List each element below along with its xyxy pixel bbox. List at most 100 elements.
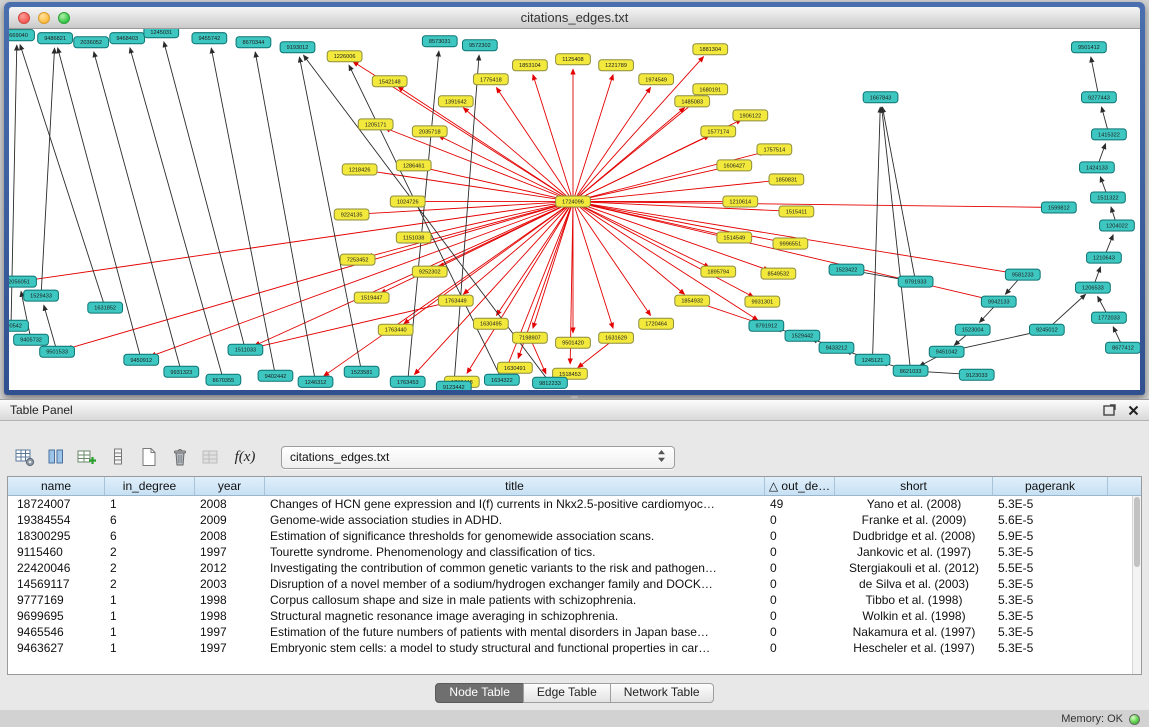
graph-node[interactable]: 1775418 bbox=[473, 74, 508, 85]
graph-edge-black[interactable] bbox=[164, 42, 246, 350]
graph-node[interactable]: 1763453 bbox=[390, 376, 425, 387]
tab-edge-table[interactable]: Edge Table bbox=[523, 683, 611, 703]
graph-node[interactable]: 9812233 bbox=[533, 377, 568, 388]
table-row[interactable]: 1938455462009Genome-wide association stu… bbox=[8, 512, 1132, 528]
table-source-dropdown[interactable]: citations_edges.txt bbox=[281, 446, 675, 469]
graph-node[interactable]: 1763440 bbox=[378, 324, 413, 335]
graph-edge-red[interactable] bbox=[151, 201, 573, 356]
graph-node[interactable]: 1757514 bbox=[757, 144, 792, 155]
graph-node[interactable]: 1577174 bbox=[701, 126, 736, 137]
column-header-0[interactable]: name bbox=[8, 477, 105, 495]
graph-node[interactable]: 9193012 bbox=[280, 42, 315, 53]
graph-node[interactable]: 1720464 bbox=[639, 318, 674, 329]
graph-node[interactable]: 1763449 bbox=[438, 295, 473, 306]
graph-node[interactable]: 1221789 bbox=[599, 60, 634, 71]
memory-status-orb[interactable] bbox=[1129, 714, 1140, 725]
table-row[interactable]: 911546021997Tourette syndrome. Phenomeno… bbox=[8, 544, 1132, 560]
network-canvas[interactable]: 1724096112540812217891974549148508315771… bbox=[9, 29, 1140, 390]
graph-node[interactable]: 9190542 bbox=[9, 320, 28, 331]
graph-node[interactable]: 1205171 bbox=[358, 119, 393, 130]
graph-node[interactable]: 1485083 bbox=[675, 96, 710, 107]
graph-edge-red[interactable] bbox=[573, 201, 709, 267]
graph-node[interactable]: 1630491 bbox=[498, 362, 533, 373]
table-row[interactable]: 2242004622012Investigating the contribut… bbox=[8, 560, 1132, 576]
graph-node[interactable]: 7198907 bbox=[513, 332, 548, 343]
graph-node[interactable]: 1210614 bbox=[723, 196, 758, 207]
graph-node[interactable]: 1529433 bbox=[24, 290, 59, 301]
graph-edge-red[interactable] bbox=[404, 201, 573, 323]
graph-node[interactable]: 9252302 bbox=[412, 266, 447, 277]
graph-node[interactable]: 9501420 bbox=[556, 337, 591, 348]
graph-node[interactable]: 9572302 bbox=[462, 40, 497, 51]
graph-node[interactable]: 9501533 bbox=[40, 346, 75, 357]
graph-node[interactable]: 9468403 bbox=[110, 33, 145, 44]
graph-edge-red[interactable] bbox=[496, 88, 573, 202]
column-header-5[interactable]: short bbox=[835, 477, 993, 495]
graph-edge-red[interactable] bbox=[423, 201, 573, 235]
graph-node[interactable]: 1853104 bbox=[513, 60, 548, 71]
graph-node[interactable]: 1245031 bbox=[144, 29, 179, 38]
graph-node[interactable]: 9931323 bbox=[164, 366, 199, 377]
graph-node[interactable]: 1523422 bbox=[829, 264, 864, 275]
graph-node[interactable]: 9123033 bbox=[959, 369, 994, 380]
graph-node[interactable]: 1680191 bbox=[693, 84, 728, 95]
graph-edge-black[interactable] bbox=[882, 107, 911, 371]
graph-node[interactable]: 1606427 bbox=[717, 160, 752, 171]
graph-node[interactable]: 7253452 bbox=[340, 254, 375, 265]
graph-node[interactable]: 1881304 bbox=[693, 44, 728, 55]
graph-node[interactable]: 1669040 bbox=[9, 30, 34, 41]
graph-node[interactable]: 1206533 bbox=[1076, 282, 1111, 293]
graph-node[interactable]: 9405732 bbox=[14, 334, 49, 345]
graph-node[interactable]: 1772033 bbox=[1092, 312, 1127, 323]
float-panel-button[interactable] bbox=[1103, 404, 1116, 416]
graph-node[interactable]: 9450912 bbox=[124, 354, 159, 365]
graph-node[interactable]: 1511033 bbox=[228, 344, 263, 355]
select-columns-icon[interactable] bbox=[44, 445, 68, 469]
graph-node[interactable]: 2036052 bbox=[74, 37, 109, 48]
column-header-3[interactable]: title bbox=[265, 477, 765, 495]
table-row[interactable]: 1830029562008Estimation of significance … bbox=[8, 528, 1132, 544]
column-header-2[interactable]: year bbox=[195, 477, 265, 495]
graph-node[interactable]: 8573031 bbox=[422, 36, 457, 47]
graph-node[interactable]: 9451042 bbox=[929, 346, 964, 357]
table-row[interactable]: 946554611997Estimation of the future num… bbox=[8, 624, 1132, 640]
graph-node[interactable]: 1151038 bbox=[396, 232, 431, 243]
graph-node[interactable]: 8670344 bbox=[236, 37, 271, 48]
graph-node[interactable]: 1542148 bbox=[372, 76, 407, 87]
graph-edge-black[interactable] bbox=[1091, 57, 1099, 97]
graph-node[interactable]: 9245012 bbox=[1029, 324, 1064, 335]
graph-node[interactable]: 1724096 bbox=[556, 196, 591, 207]
graph-edge-red[interactable] bbox=[398, 87, 573, 202]
graph-node[interactable]: 1634322 bbox=[484, 374, 519, 385]
graph-node[interactable]: 9931301 bbox=[745, 296, 780, 307]
graph-node[interactable]: 1511322 bbox=[1091, 192, 1126, 203]
graph-node[interactable]: 1599812 bbox=[1041, 202, 1076, 213]
graph-node[interactable]: 1424133 bbox=[1080, 162, 1115, 173]
close-panel-button[interactable] bbox=[1128, 405, 1139, 416]
graph-node[interactable]: 9791933 bbox=[898, 276, 933, 287]
graph-node[interactable]: 1125408 bbox=[556, 54, 591, 65]
table-row[interactable]: 969969511998Structural magnetic resonanc… bbox=[8, 608, 1132, 624]
graph-edge-black[interactable] bbox=[211, 48, 275, 376]
graph-node[interactable]: 1218426 bbox=[342, 164, 377, 175]
graph-edge-red[interactable] bbox=[414, 201, 573, 374]
graph-node[interactable]: 1523004 bbox=[955, 324, 990, 335]
graph-edge-red[interactable] bbox=[533, 201, 573, 328]
graph-edge-red[interactable] bbox=[573, 201, 685, 294]
graph-node[interactable]: 1523581 bbox=[344, 366, 379, 377]
tab-node-table[interactable]: Node Table bbox=[435, 683, 524, 703]
graph-node[interactable]: 1631629 bbox=[599, 332, 634, 343]
graph-edge-black[interactable] bbox=[41, 48, 54, 295]
graph-edge-black[interactable] bbox=[94, 52, 182, 372]
graph-edge-black[interactable] bbox=[255, 52, 315, 382]
window-titlebar[interactable]: citations_edges.txt bbox=[9, 7, 1140, 29]
graph-edge-red[interactable] bbox=[573, 168, 725, 202]
graph-node[interactable]: 1529442 bbox=[785, 330, 820, 341]
graph-node[interactable]: 1245121 bbox=[855, 354, 890, 365]
zoom-window-button[interactable] bbox=[58, 12, 70, 24]
column-header-4[interactable]: △ out_de… bbox=[765, 477, 835, 495]
graph-node[interactable]: 8670355 bbox=[206, 374, 241, 385]
graph-node[interactable]: 9581233 bbox=[1005, 269, 1040, 280]
graph-node[interactable]: 9277443 bbox=[1082, 92, 1117, 103]
rows-icon[interactable] bbox=[106, 445, 130, 469]
